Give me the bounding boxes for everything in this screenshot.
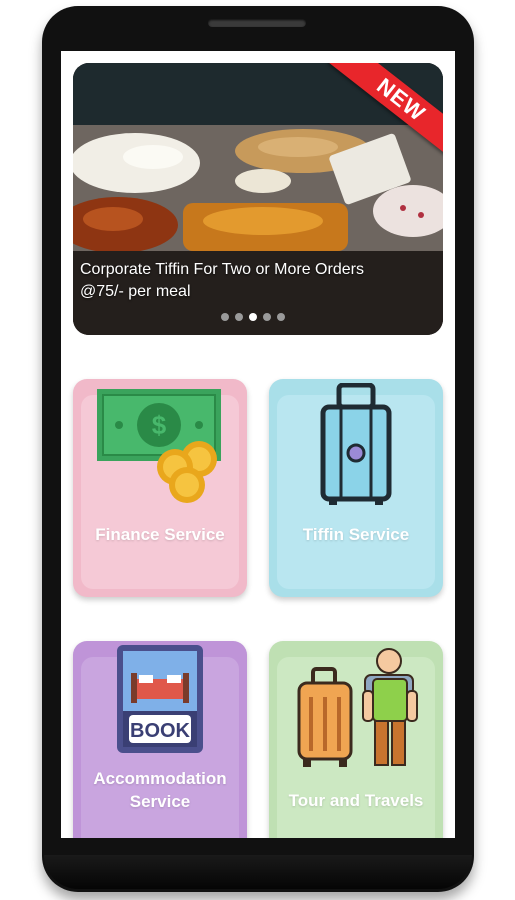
banner-caption-line2: @75/- per meal bbox=[80, 283, 191, 300]
tour-travels-label: Tour and Travels bbox=[288, 791, 424, 810]
phone-speaker bbox=[208, 19, 306, 27]
tour-travels-tile[interactable]: Tour and Travels bbox=[269, 641, 443, 838]
tiffin-service-label: Tiffin Service bbox=[302, 525, 410, 544]
carousel-dots bbox=[221, 313, 285, 323]
carousel-dot-5[interactable] bbox=[277, 313, 285, 321]
banner-caption: Corporate Tiffin For Two or More Orders … bbox=[80, 259, 420, 303]
money-coins-icon: $ bbox=[97, 389, 221, 503]
carousel-dot-1[interactable] bbox=[221, 313, 229, 321]
accommodation-label-line2: Service bbox=[129, 792, 191, 811]
carousel-dot-2[interactable] bbox=[235, 313, 243, 321]
book-room-icon: BOOK bbox=[117, 645, 203, 753]
accommodation-service-label: Accommodation Service bbox=[73, 767, 247, 813]
carousel-dot-3[interactable] bbox=[249, 313, 257, 321]
accommodation-service-tile[interactable]: BOOK Accommodation Service bbox=[73, 641, 247, 838]
traveler-icon bbox=[297, 648, 418, 767]
phone-bottom-bezel bbox=[44, 855, 472, 889]
tiffin-service-tile[interactable]: Tiffin Service bbox=[269, 379, 443, 597]
book-sign-text: BOOK bbox=[130, 720, 191, 742]
banner-caption-line1: Corporate Tiffin For Two or More Orders bbox=[80, 261, 364, 278]
finance-service-label: Finance Service bbox=[95, 525, 225, 544]
promo-banner[interactable]: NEW Corporate Tiffin For Two or More Ord… bbox=[73, 63, 443, 335]
finance-service-tile[interactable]: $ Finance Service bbox=[73, 379, 247, 597]
svg-text:$: $ bbox=[152, 410, 167, 440]
app-screen: NEW Corporate Tiffin For Two or More Ord… bbox=[61, 51, 455, 838]
accommodation-label-line1: Accommodation bbox=[93, 769, 227, 788]
luggage-icon bbox=[320, 383, 392, 505]
carousel-dot-4[interactable] bbox=[263, 313, 271, 321]
